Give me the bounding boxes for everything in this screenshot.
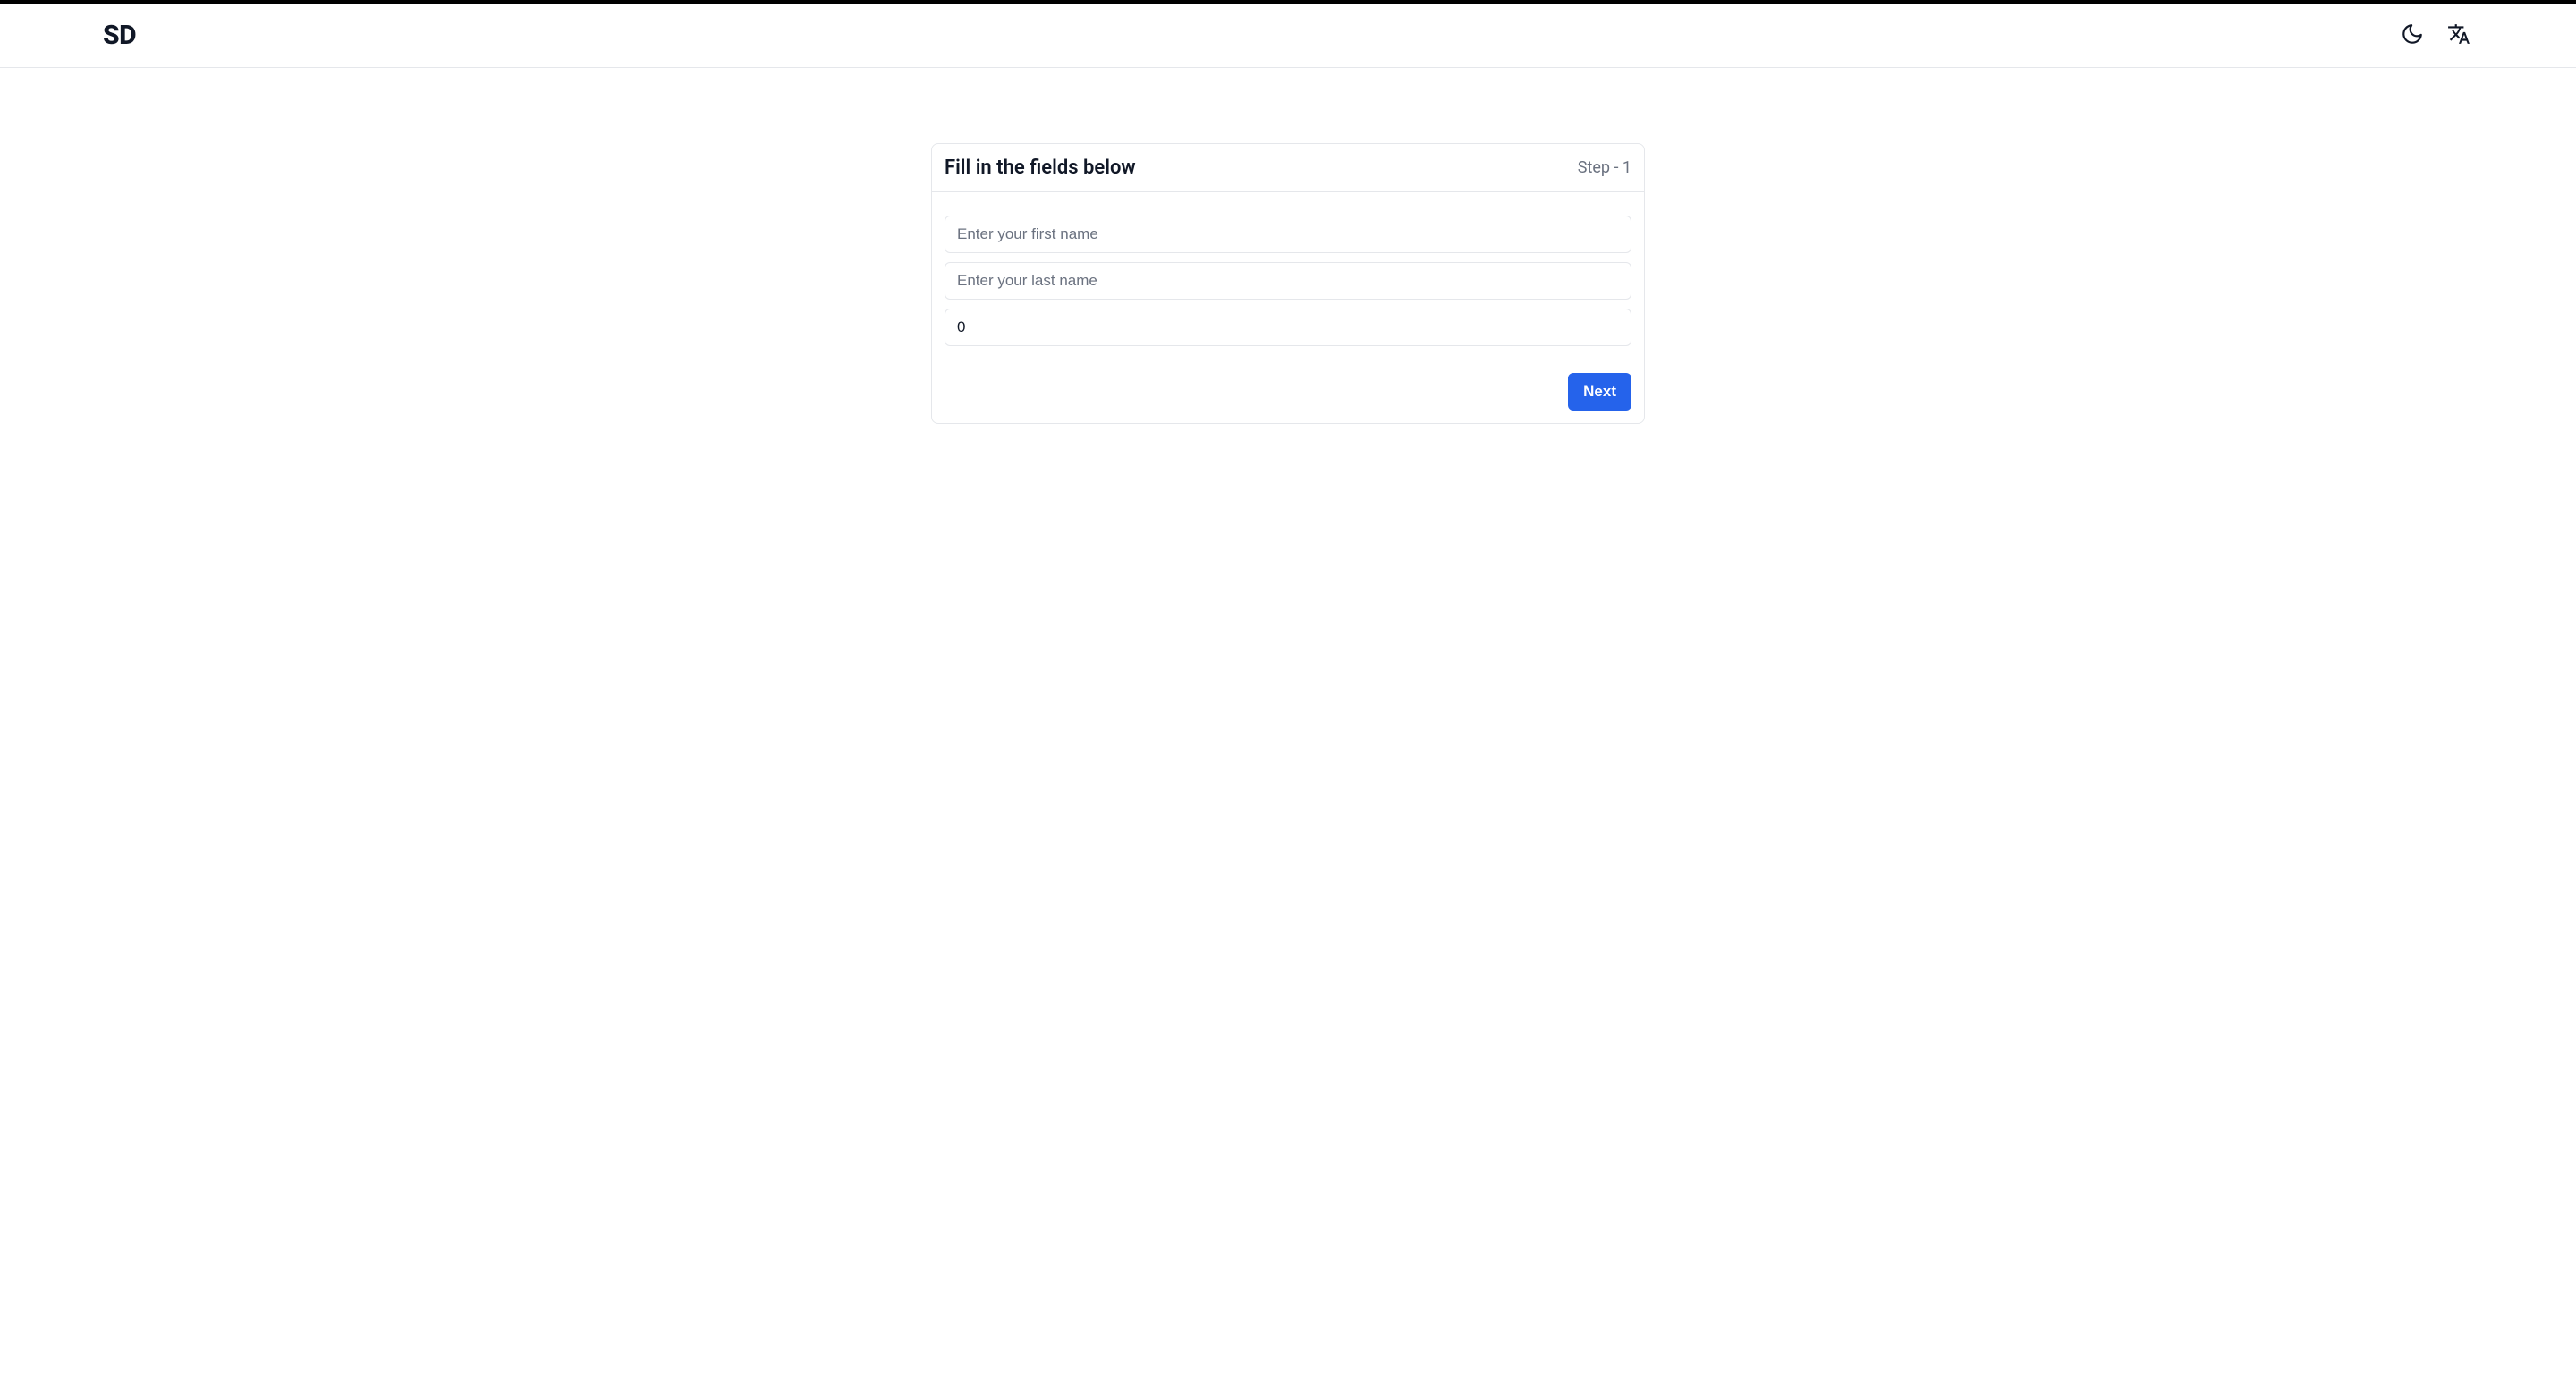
card-header: Fill in the fields below Step - 1 (932, 144, 1644, 192)
logo[interactable]: SD (103, 20, 136, 51)
header-actions (2398, 21, 2473, 50)
card-footer: Next (932, 368, 1644, 423)
card-title: Fill in the fields below (945, 157, 1136, 179)
number-input[interactable] (945, 309, 1631, 346)
first-name-group (945, 216, 1631, 253)
form-card: Fill in the fields below Step - 1 Next (931, 143, 1645, 424)
last-name-input[interactable] (945, 262, 1631, 300)
language-button[interactable] (2445, 21, 2473, 50)
first-name-input[interactable] (945, 216, 1631, 253)
header: SD (0, 4, 2576, 68)
next-button[interactable]: Next (1568, 373, 1631, 411)
last-name-group (945, 262, 1631, 300)
translate-icon (2447, 22, 2470, 48)
moon-icon (2401, 22, 2424, 48)
card-body (932, 192, 1644, 368)
main-content: Fill in the fields below Step - 1 Next (0, 68, 2576, 424)
step-indicator: Step - 1 (1578, 158, 1631, 177)
theme-toggle-button[interactable] (2398, 21, 2427, 50)
number-group (945, 309, 1631, 346)
